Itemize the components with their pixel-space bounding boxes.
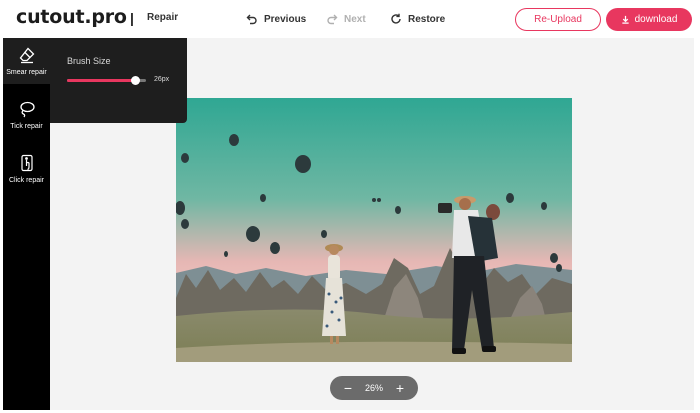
tool-tick-label: Tick repair bbox=[10, 123, 43, 130]
logo[interactable]: cutout.pro bbox=[16, 6, 127, 28]
tool-sidebar: Smear repair Tick repair Click repair bbox=[3, 38, 50, 410]
zoom-out-button[interactable]: − bbox=[342, 381, 354, 395]
tool-click-repair[interactable]: Click repair bbox=[3, 146, 50, 192]
previous-button[interactable]: Previous bbox=[246, 10, 306, 28]
tool-click-label: Click repair bbox=[8, 177, 44, 184]
brush-size-slider-thumb[interactable] bbox=[130, 76, 140, 85]
tool-smear-label: Smear repair bbox=[6, 69, 47, 76]
restore-button[interactable]: Restore bbox=[390, 10, 445, 28]
brush-size-value: 26px bbox=[154, 76, 170, 83]
previous-label: Previous bbox=[264, 13, 307, 25]
zoom-in-button[interactable]: + bbox=[394, 381, 406, 395]
zoom-control: − 26% + bbox=[330, 376, 418, 400]
brush-size-panel: Brush Size 26px bbox=[50, 38, 187, 123]
brush-size-title: Brush Size bbox=[67, 56, 111, 66]
photo-image bbox=[176, 98, 572, 362]
next-button[interactable]: Next bbox=[326, 10, 366, 28]
restore-label: Restore bbox=[408, 13, 446, 25]
tap-icon bbox=[20, 154, 33, 172]
top-bar: cutout.pro | Repair Previous Next Restor… bbox=[0, 0, 700, 38]
download-label: download bbox=[634, 14, 678, 25]
title-separator: | bbox=[130, 10, 134, 26]
re-upload-label: Re-Upload bbox=[534, 14, 582, 25]
editing-photo[interactable] bbox=[176, 98, 572, 362]
tool-tick-repair[interactable]: Tick repair bbox=[3, 92, 50, 138]
next-label: Next bbox=[344, 13, 366, 25]
download-icon bbox=[621, 15, 629, 24]
undo-icon bbox=[246, 14, 257, 25]
eraser-icon bbox=[19, 47, 34, 64]
brush-size-slider-fill bbox=[67, 79, 135, 82]
lasso-icon bbox=[19, 101, 35, 118]
zoom-level: 26% bbox=[364, 383, 383, 393]
download-button[interactable]: download bbox=[606, 8, 692, 31]
page-title: Repair bbox=[147, 12, 179, 23]
tool-smear-repair[interactable]: Smear repair bbox=[3, 38, 50, 84]
re-upload-button[interactable]: Re-Upload bbox=[515, 8, 601, 31]
restore-icon bbox=[391, 13, 401, 24]
redo-icon bbox=[327, 14, 338, 25]
brush-size-slider[interactable] bbox=[67, 76, 146, 85]
